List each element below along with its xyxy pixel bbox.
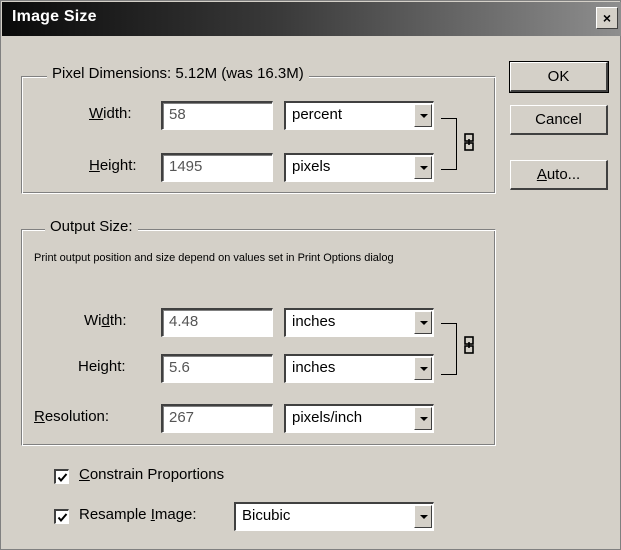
output-height-unit-select[interactable]: inches [284,354,434,383]
pixel-height-label: Height: [89,157,137,174]
pixel-width-label: Width: [89,105,132,122]
pixel-constrain-bracket [441,118,457,170]
output-width-input[interactable]: 4.48 [161,308,273,337]
output-size-note: Print output position and size depend on… [34,252,394,264]
cancel-button[interactable]: Cancel [510,105,608,135]
chevron-down-icon[interactable] [414,311,432,334]
checkmark-icon [57,513,68,523]
output-size-legend: Output Size: [45,218,138,235]
pixel-height-input[interactable]: 1495 [161,153,273,182]
pixel-height-unit-value: pixels [292,158,331,175]
resample-method-value: Bicubic [242,507,291,524]
chevron-down-icon[interactable] [414,357,432,380]
chevron-down-icon[interactable] [414,407,432,430]
resolution-unit-select[interactable]: pixels/inch [284,404,434,433]
chain-link-icon [464,336,474,354]
chevron-down-icon[interactable] [414,505,432,528]
constrain-proportions-label[interactable]: Constrain Proportions [79,466,224,483]
pixel-width-unit-select[interactable]: percent [284,101,434,130]
pixel-height-unit-select[interactable]: pixels [284,153,434,182]
chevron-down-icon[interactable] [414,104,432,127]
constrain-proportions-checkbox[interactable] [54,469,69,484]
output-height-input[interactable]: 5.6 [161,354,273,383]
output-width-unit-select[interactable]: inches [284,308,434,337]
chain-link-icon [464,133,474,151]
output-height-unit-value: inches [292,359,336,376]
output-constrain-bracket [441,323,457,375]
resample-image-label[interactable]: Resample Image: [79,506,197,523]
pixel-width-input[interactable]: 58 [161,101,273,130]
close-icon: × [602,10,612,26]
resample-image-checkbox[interactable] [54,509,69,524]
output-height-label: Height: [78,358,126,375]
resolution-label: Resolution: [34,408,110,425]
ok-button[interactable]: OK [509,61,609,93]
pixel-dimensions-legend: Pixel Dimensions: 5.12M (was 16.3M) [47,65,309,82]
resample-method-select[interactable]: Bicubic [234,502,434,531]
title-bar[interactable]: Image Size × [2,2,621,36]
checkmark-icon [57,473,68,483]
image-size-dialog: Image Size × Pixel Dimensions: 5.12M (wa… [0,0,621,550]
output-width-unit-value: inches [292,313,336,330]
output-width-label: Width: [84,312,127,329]
pixel-width-unit-value: percent [292,106,343,123]
resolution-input[interactable]: 267 [161,404,273,433]
resolution-unit-value: pixels/inch [292,409,363,426]
close-button[interactable]: × [596,7,618,29]
dialog-title: Image Size [12,8,97,25]
auto-button[interactable]: Auto... [510,160,608,190]
chevron-down-icon[interactable] [414,156,432,179]
